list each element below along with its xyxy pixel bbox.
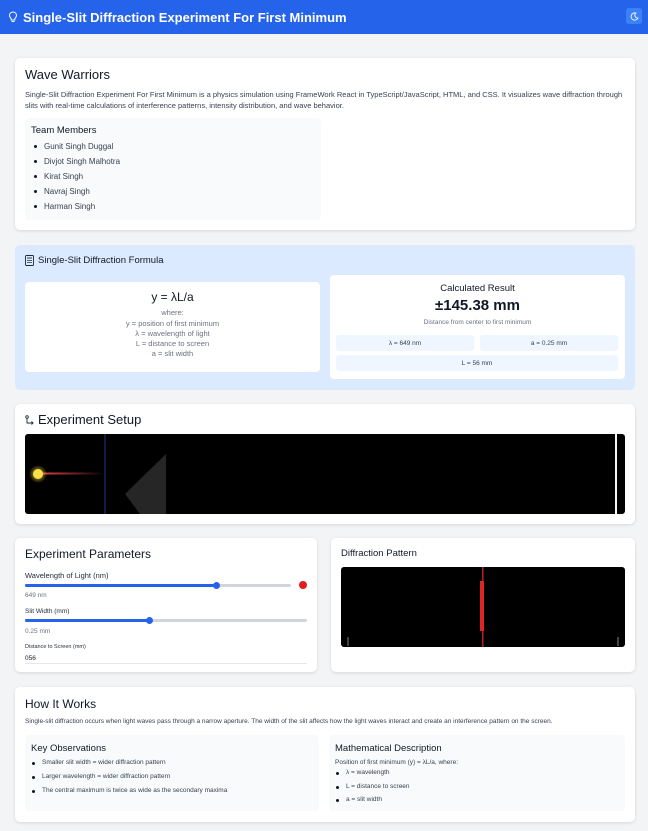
observations-box: Key Observations Smaller slit width = wi… (25, 735, 319, 811)
observation-item: Larger wavelength = wider diffraction pa… (29, 773, 227, 787)
pattern-card: Diffraction Pattern (331, 538, 635, 672)
team-member: Gunit Singh Duggal (31, 142, 120, 157)
team-members-box: Team Members Gunit Singh Duggal Divjot S… (25, 118, 321, 220)
team-card: Wave Warriors Single-Slit Diffraction Ex… (15, 58, 635, 230)
slit-width-slider[interactable] (25, 617, 307, 624)
slit-width-chip: a = 0.25 mm (480, 335, 618, 351)
moon-icon (630, 11, 639, 21)
calculator-icon (25, 255, 34, 266)
setup-canvas (25, 434, 625, 514)
wavelength-value: 649 nm (25, 592, 47, 599)
distance-label: Distance to Screen (mm) (25, 644, 86, 650)
team-member: Navraj Singh (31, 187, 120, 202)
result-value: ±145.38 mm (435, 297, 520, 314)
math-item: a = slit width (333, 796, 410, 810)
formula-box: y = λL/a where: y = position of first mi… (25, 282, 320, 372)
formula-where: where: (161, 308, 184, 317)
team-description: Single-Slit Diffraction Experiment For F… (25, 90, 623, 110)
setup-header: Experiment Setup (25, 412, 141, 427)
central-maximum-peak (480, 581, 484, 631)
setup-scene (29, 434, 617, 514)
observations-heading: Key Observations (31, 743, 106, 754)
team-members-list: Gunit Singh Duggal Divjot Singh Malhotra… (31, 142, 120, 217)
wavelength-slider-fill (25, 584, 217, 587)
result-heading: Calculated Result (440, 283, 515, 294)
formula-definition: y = position of first minimum (125, 319, 220, 328)
team-members-heading: Team Members (31, 125, 97, 136)
setup-icon (25, 414, 34, 425)
formula-header: Single-Slit Diffraction Formula (25, 255, 163, 266)
theme-toggle-button[interactable] (626, 8, 642, 24)
app-title: Single-Slit Diffraction Experiment For F… (23, 9, 347, 25)
screen (615, 434, 617, 514)
team-member: Kirat Singh (31, 172, 120, 187)
slit-width-slider-fill (25, 619, 150, 622)
light-beam (39, 472, 105, 475)
wavelength-slider[interactable] (25, 582, 291, 589)
distance-chip: L = 56 mm (336, 355, 618, 371)
result-caption: Distance from center to first minimum (423, 319, 532, 326)
setup-card: Experiment Setup (15, 404, 635, 524)
lightbulb-icon (8, 11, 18, 22)
wavelength-chip: λ = 649 nm (336, 335, 474, 351)
diffraction-spread (125, 454, 166, 514)
wavelength-slider-thumb[interactable] (213, 582, 221, 589)
observation-item: The central maximum is twice as wide as … (29, 787, 227, 801)
math-intro: Position of first minimum (y) = λL/a, wh… (335, 759, 458, 766)
math-item: λ = wavelength (333, 769, 410, 783)
result-box: Calculated Result ±145.38 mm Distance fr… (330, 275, 625, 379)
pattern-heading: Diffraction Pattern (341, 548, 417, 559)
formula-equation: y = λL/a (151, 290, 194, 304)
slit-width-slider-thumb[interactable] (145, 617, 153, 624)
parameters-heading: Experiment Parameters (25, 547, 152, 561)
team-member: Harman Singh (31, 202, 120, 217)
team-heading: Wave Warriors (25, 67, 110, 82)
observations-list: Smaller slit width = wider diffraction p… (29, 759, 227, 801)
math-heading: Mathematical Description (335, 743, 442, 754)
formula-heading: Single-Slit Diffraction Formula (38, 255, 164, 266)
slit-width-value: 0.25 mm (25, 628, 51, 635)
math-box: Mathematical Description Position of fir… (329, 735, 625, 811)
wavelength-color-swatch (299, 581, 307, 589)
observation-item: Smaller slit width = wider diffraction p… (29, 759, 227, 773)
app-header: Single-Slit Diffraction Experiment For F… (0, 0, 648, 34)
formula-definition: a = slit width (151, 349, 194, 358)
how-heading: How It Works (25, 697, 97, 711)
formula-card: Single-Slit Diffraction Formula y = λL/a… (15, 245, 635, 390)
formula-definition: λ = wavelength of light (135, 329, 210, 338)
light-source (33, 469, 43, 479)
wavelength-label: Wavelength of Light (nm) (25, 571, 109, 580)
parameters-card: Experiment Parameters Wavelength of Ligh… (15, 538, 317, 672)
setup-heading: Experiment Setup (38, 412, 142, 427)
formula-definition: L = distance to screen (135, 339, 210, 348)
pattern-plot (347, 567, 619, 647)
how-intro: Single-slit diffraction occurs when ligh… (25, 718, 553, 725)
math-item: L = distance to screen (333, 783, 410, 797)
slit-width-label: Slit Width (mm) (25, 608, 70, 615)
math-list: λ = wavelength L = distance to screen a … (333, 769, 410, 810)
team-member: Divjot Singh Malhotra (31, 157, 120, 172)
how-card: How It Works Single-slit diffraction occ… (15, 687, 635, 822)
pattern-canvas (341, 567, 625, 647)
distance-input[interactable]: 056 (25, 653, 307, 664)
